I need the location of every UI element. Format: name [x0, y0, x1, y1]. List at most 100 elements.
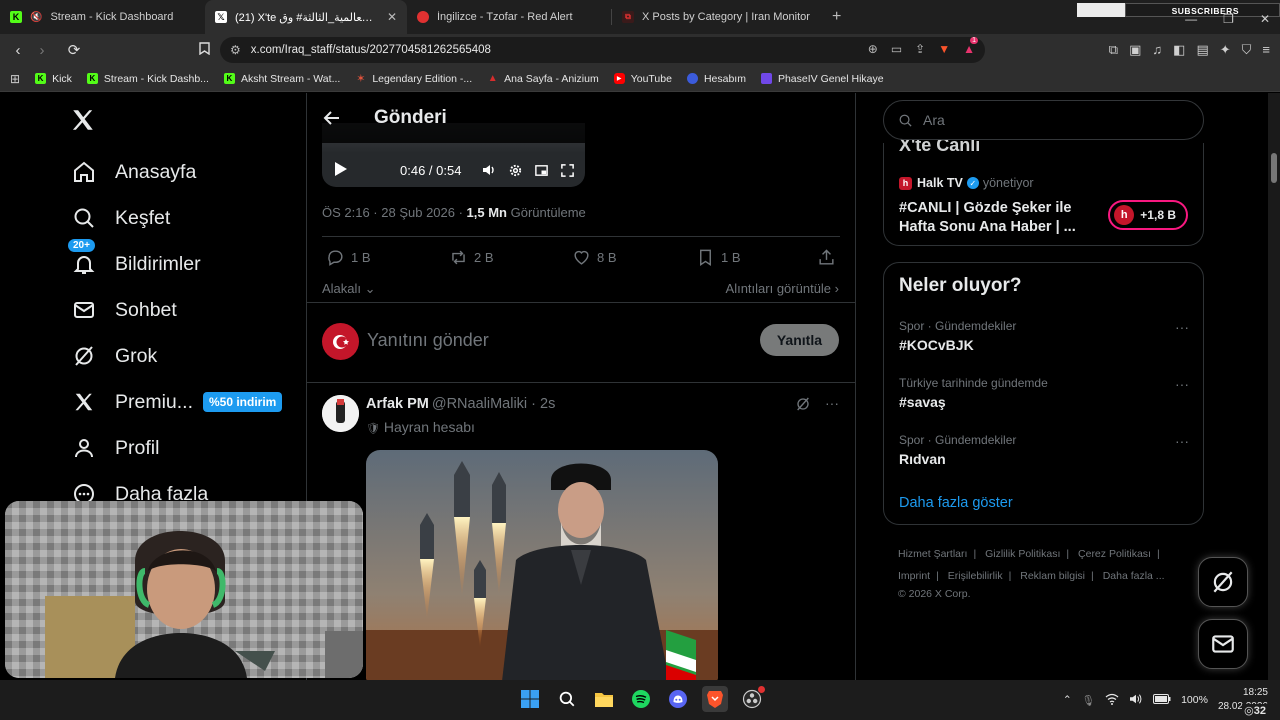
reply-action[interactable]: 1 B [326, 248, 371, 267]
close-window-icon[interactable]: ✕ [1260, 12, 1270, 26]
file-explorer-icon[interactable] [591, 686, 617, 712]
site-settings-icon[interactable]: ⚙ [230, 43, 241, 57]
bookmark-kick[interactable]: K Kick [35, 73, 72, 85]
bookmark-phaseiv[interactable]: PhaseIV Genel Hikaye [760, 73, 884, 85]
sort-dropdown[interactable]: Alakalı ⌄ [322, 281, 376, 297]
settings-icon[interactable] [507, 162, 523, 178]
wifi-icon[interactable] [1105, 693, 1119, 708]
like-action[interactable]: 8 B [572, 248, 617, 267]
bookmark-icon[interactable] [192, 41, 216, 59]
share-action[interactable] [817, 248, 836, 267]
live-broadcast-title[interactable]: #CANLI | Gözde Şeker ile Hafta Sonu Ana … [899, 199, 1099, 237]
nav-premium[interactable]: Premiu... %50 indirim [70, 387, 283, 417]
speaker-icon[interactable] [1129, 693, 1143, 708]
windows-start-icon[interactable] [517, 686, 543, 712]
close-icon[interactable]: ✕ [387, 10, 397, 24]
bookmark-stream-dashboard[interactable]: K Stream - Kick Dashb... [86, 73, 209, 85]
footer-link[interactable]: Gizlilik Politikası [985, 548, 1060, 560]
tray-overflow-icon[interactable]: ⌃ [1063, 694, 1072, 706]
footer-link[interactable]: Daha fazla ... [1103, 570, 1165, 582]
tab-kick-dashboard[interactable]: K 🔇 Stream - Kick Dashboard [0, 0, 205, 34]
music-icon[interactable]: ♫ [1152, 42, 1162, 58]
bookmark-action[interactable]: 1 B [696, 248, 741, 267]
nav-messages[interactable]: Sohbet [70, 295, 177, 325]
premium-discount-badge[interactable]: %50 indirim [203, 392, 283, 412]
sidebar-icon[interactable]: ◧ [1173, 42, 1185, 58]
author-handle[interactable]: @RNaaliMaliki · 2s [432, 396, 556, 412]
tab-iran-monitor[interactable]: ⧉ X Posts by Category | Iran Monitor [612, 0, 822, 34]
extensions-icon[interactable]: ⧉ [1109, 42, 1118, 58]
minimize-icon[interactable]: — [1185, 12, 1197, 26]
reload-icon[interactable]: ⟳ [62, 41, 86, 59]
more-options-icon[interactable]: ··· [825, 396, 839, 417]
reply-button[interactable]: Yanıtla [759, 324, 839, 356]
trend-item[interactable]: Spor · Gündemdekiler #KOCvBJK ··· [899, 319, 1189, 353]
nav-profile[interactable]: Profil [70, 433, 159, 463]
microphone-icon[interactable]: 🎙 [1082, 694, 1095, 707]
bookmark-legendary[interactable]: ✶ Legendary Edition -... [355, 73, 472, 86]
brave-shield-icon[interactable]: ▼ [938, 42, 950, 56]
avatar[interactable] [322, 323, 359, 360]
back-arrow-icon[interactable] [323, 109, 341, 127]
reply-input[interactable]: Yanıtını gönder [367, 330, 489, 351]
search-input[interactable]: Ara [883, 100, 1204, 140]
apps-grid-icon[interactable]: ⊞ [10, 72, 20, 86]
nav-home[interactable]: Anasayfa [70, 157, 196, 187]
screenshot-icon[interactable]: ▣ [1129, 42, 1141, 58]
more-options-icon[interactable]: ··· [1175, 376, 1189, 392]
more-options-icon[interactable]: ··· [1175, 319, 1189, 335]
cast-icon[interactable]: ▭ [891, 42, 902, 56]
nav-grok[interactable]: Grok [70, 341, 157, 371]
messages-floating-button[interactable] [1198, 619, 1248, 669]
live-host[interactable]: h Halk TV ✓ yönetiyor [899, 176, 1034, 190]
share-icon[interactable]: ⇪ [915, 42, 925, 56]
taskbar-search-icon[interactable] [554, 686, 580, 712]
forward-icon[interactable]: › [30, 42, 54, 59]
scroll-thumb[interactable] [1271, 153, 1277, 183]
tab-tzofar[interactable]: İngilizce - Tzofar - Red Alert [407, 0, 611, 34]
footer-link[interactable]: Çerez Politikası [1078, 548, 1151, 560]
obs-icon[interactable] [739, 686, 765, 712]
vpn-icon[interactable]: ⛉ [1242, 42, 1252, 58]
volume-icon[interactable] [481, 162, 497, 178]
bookmark-hesabim[interactable]: Hesabım [686, 73, 746, 85]
footer-link[interactable]: Reklam bilgisi [1020, 570, 1085, 582]
page-scrollbar[interactable] [1268, 93, 1280, 680]
view-quotes-link[interactable]: Alıntıları görüntüle › [726, 281, 839, 296]
footer-link[interactable]: Hizmet Şartları [898, 548, 967, 560]
play-icon[interactable] [334, 161, 348, 180]
battery-icon[interactable] [1153, 693, 1171, 707]
trend-item[interactable]: Spor · Gündemdekiler Rıdvan ··· [899, 433, 1189, 467]
footer-link[interactable]: Imprint [898, 570, 930, 582]
back-icon[interactable]: ‹ [6, 42, 30, 59]
fullscreen-icon[interactable] [559, 162, 575, 178]
grok-icon[interactable] [795, 396, 811, 417]
brave-browser-icon[interactable] [702, 686, 728, 712]
address-bar[interactable]: ⚙ x.com/Iraq_staff/status/20277045812625… [220, 37, 985, 63]
bookmark-aksht-stream[interactable]: K Aksht Stream - Wat... [223, 73, 340, 85]
zoom-icon[interactable]: ⊕ [868, 42, 878, 56]
pip-icon[interactable] [533, 162, 549, 178]
brave-rewards-icon[interactable]: ▲ 1 [963, 37, 979, 56]
grok-floating-button[interactable] [1198, 557, 1248, 607]
repost-action[interactable]: 2 B [449, 248, 494, 267]
wallet-icon[interactable]: ▤ [1196, 42, 1208, 58]
menu-icon[interactable]: ≡ [1262, 42, 1270, 58]
nav-notifications[interactable]: 20+ Bildirimler [67, 238, 201, 279]
trend-item[interactable]: Türkiye tarihinde gündemde #savaş ··· [899, 376, 1189, 410]
notification-count-badge[interactable]: ◎32 [1242, 704, 1268, 717]
new-tab-button[interactable]: + [822, 8, 851, 26]
nav-explore[interactable]: Keşfet [70, 203, 170, 233]
mute-icon[interactable]: 🔇 [30, 12, 42, 23]
x-logo-icon[interactable] [70, 107, 100, 137]
bookmark-youtube[interactable]: ▶ YouTube [613, 73, 672, 85]
tab-x-post[interactable]: 𝕏 (21) X'te الحرب_العالمية_الثالثة# وق ✕ [205, 0, 407, 34]
spotify-icon[interactable] [628, 686, 654, 712]
more-options-icon[interactable]: ··· [1175, 433, 1189, 449]
show-more-link[interactable]: Daha fazla göster [899, 495, 1013, 511]
discord-icon[interactable] [665, 686, 691, 712]
live-listeners-pill[interactable]: h +1,8 B [1108, 200, 1188, 230]
post-image[interactable] [366, 450, 718, 680]
post-timestamp[interactable]: ÖS 2:16 · 28 Şub 2026 · [322, 205, 467, 220]
restore-icon[interactable]: ❐ [1223, 12, 1234, 26]
